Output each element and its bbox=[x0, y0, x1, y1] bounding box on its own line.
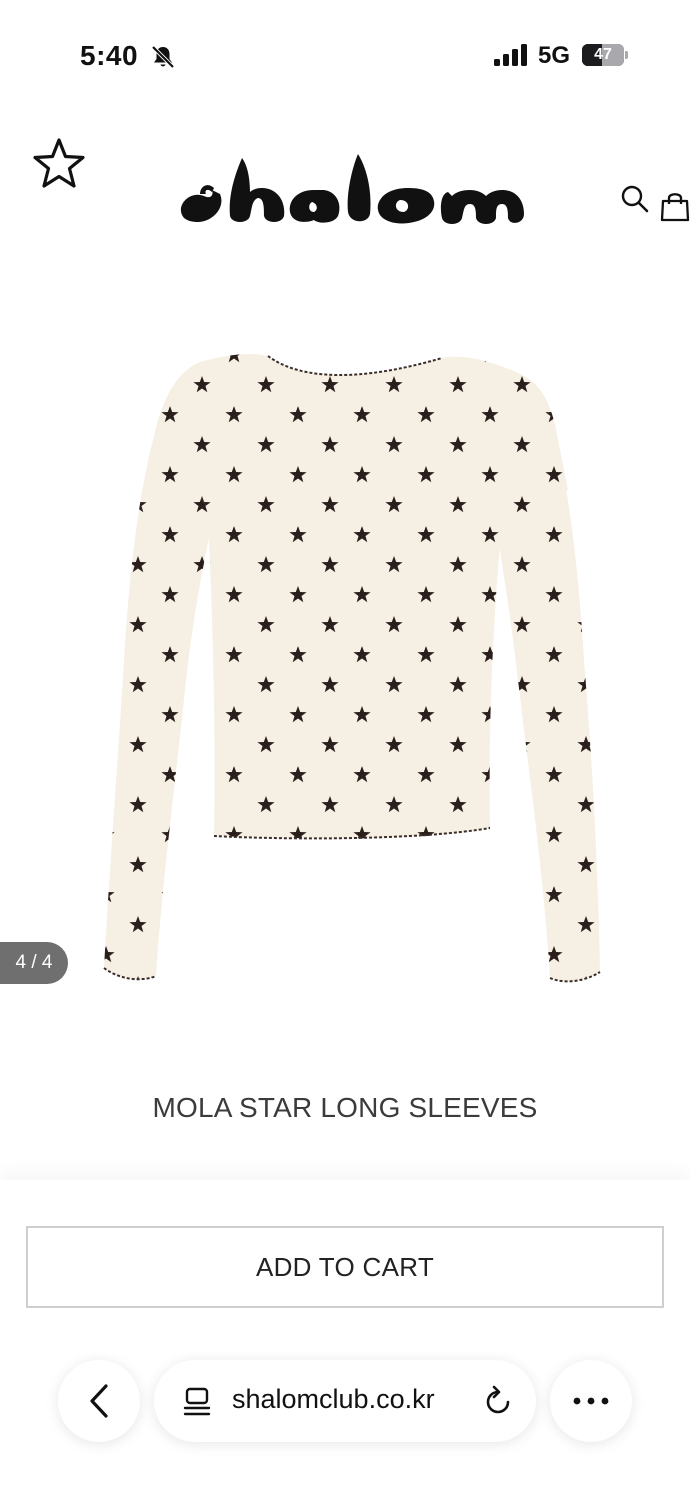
star-outline-icon[interactable] bbox=[30, 136, 88, 192]
status-bar: 5:40 5G 47 bbox=[0, 0, 690, 110]
bell-slash-icon bbox=[151, 45, 175, 69]
product-title: MOLA STAR LONG SLEEVES bbox=[152, 1092, 538, 1123]
add-to-cart-button[interactable]: ADD TO CART bbox=[26, 1226, 664, 1308]
address-bar[interactable]: shalomclub.co.kr bbox=[154, 1360, 536, 1442]
network-type: 5G bbox=[538, 42, 571, 69]
cellular-signal-icon bbox=[494, 44, 527, 66]
chevron-left-icon bbox=[90, 1384, 108, 1418]
shopping-bag-icon[interactable] bbox=[660, 190, 690, 222]
product-image[interactable] bbox=[90, 340, 610, 1000]
more-options-button[interactable] bbox=[550, 1360, 632, 1442]
shirt-shape bbox=[103, 354, 601, 983]
browser-back-button[interactable] bbox=[58, 1360, 140, 1442]
image-counter: 4 / 4 bbox=[0, 942, 68, 984]
battery-percent: 47 bbox=[594, 46, 612, 63]
battery-icon: 47 bbox=[582, 44, 628, 66]
status-time: 5:40 bbox=[80, 40, 139, 71]
url-text[interactable]: shalomclub.co.kr bbox=[232, 1384, 435, 1415]
brand-logo[interactable] bbox=[178, 150, 524, 226]
reader-mode-icon[interactable] bbox=[182, 1386, 212, 1418]
more-horizontal-icon bbox=[573, 1397, 609, 1405]
search-icon[interactable] bbox=[620, 184, 650, 214]
reload-icon[interactable] bbox=[482, 1384, 514, 1418]
